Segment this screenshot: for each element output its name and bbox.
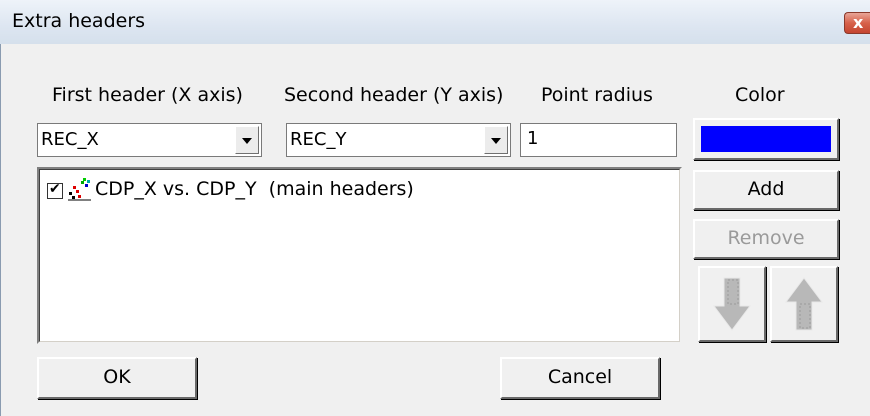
- color-label: Color: [735, 84, 785, 106]
- title-bar: Extra headers x: [0, 0, 870, 44]
- first-header-label: First header (X axis): [52, 84, 243, 106]
- ok-button[interactable]: OK: [37, 357, 197, 399]
- close-icon: x: [853, 13, 864, 32]
- point-radius-field[interactable]: [520, 123, 677, 157]
- close-button[interactable]: x: [844, 12, 870, 34]
- header-pairs-list[interactable]: CDP_X vs. CDP_Y (main headers): [37, 167, 682, 344]
- scatter-plot-icon: [68, 178, 91, 201]
- first-header-value: REC_X: [41, 129, 99, 150]
- add-button[interactable]: Add: [693, 170, 839, 210]
- color-button[interactable]: [693, 118, 839, 160]
- ok-button-label: OK: [103, 366, 131, 388]
- list-item[interactable]: CDP_X vs. CDP_Y (main headers): [47, 177, 647, 203]
- move-down-button[interactable]: [698, 266, 766, 342]
- second-header-select[interactable]: REC_Y: [286, 123, 511, 157]
- arrow-down-icon: [713, 277, 751, 331]
- second-header-label: Second header (Y axis): [284, 84, 504, 106]
- cancel-button[interactable]: Cancel: [500, 357, 660, 399]
- arrow-up-icon: [785, 277, 823, 331]
- chevron-down-icon[interactable]: [235, 126, 259, 154]
- point-radius-input[interactable]: [527, 128, 667, 149]
- remove-button-label: Remove: [727, 227, 805, 249]
- move-up-button[interactable]: [770, 266, 838, 342]
- add-button-label: Add: [747, 178, 785, 200]
- item-checkbox[interactable]: [47, 181, 63, 199]
- window-title: Extra headers: [12, 10, 146, 32]
- first-header-select[interactable]: REC_X: [37, 123, 262, 157]
- color-swatch: [701, 126, 831, 152]
- list-item-label: CDP_X vs. CDP_Y (main headers): [95, 178, 414, 200]
- chevron-down-icon[interactable]: [484, 126, 508, 154]
- cancel-button-label: Cancel: [547, 366, 613, 388]
- point-radius-label: Point radius: [541, 84, 653, 106]
- remove-button[interactable]: Remove: [693, 219, 839, 259]
- second-header-value: REC_Y: [290, 129, 347, 150]
